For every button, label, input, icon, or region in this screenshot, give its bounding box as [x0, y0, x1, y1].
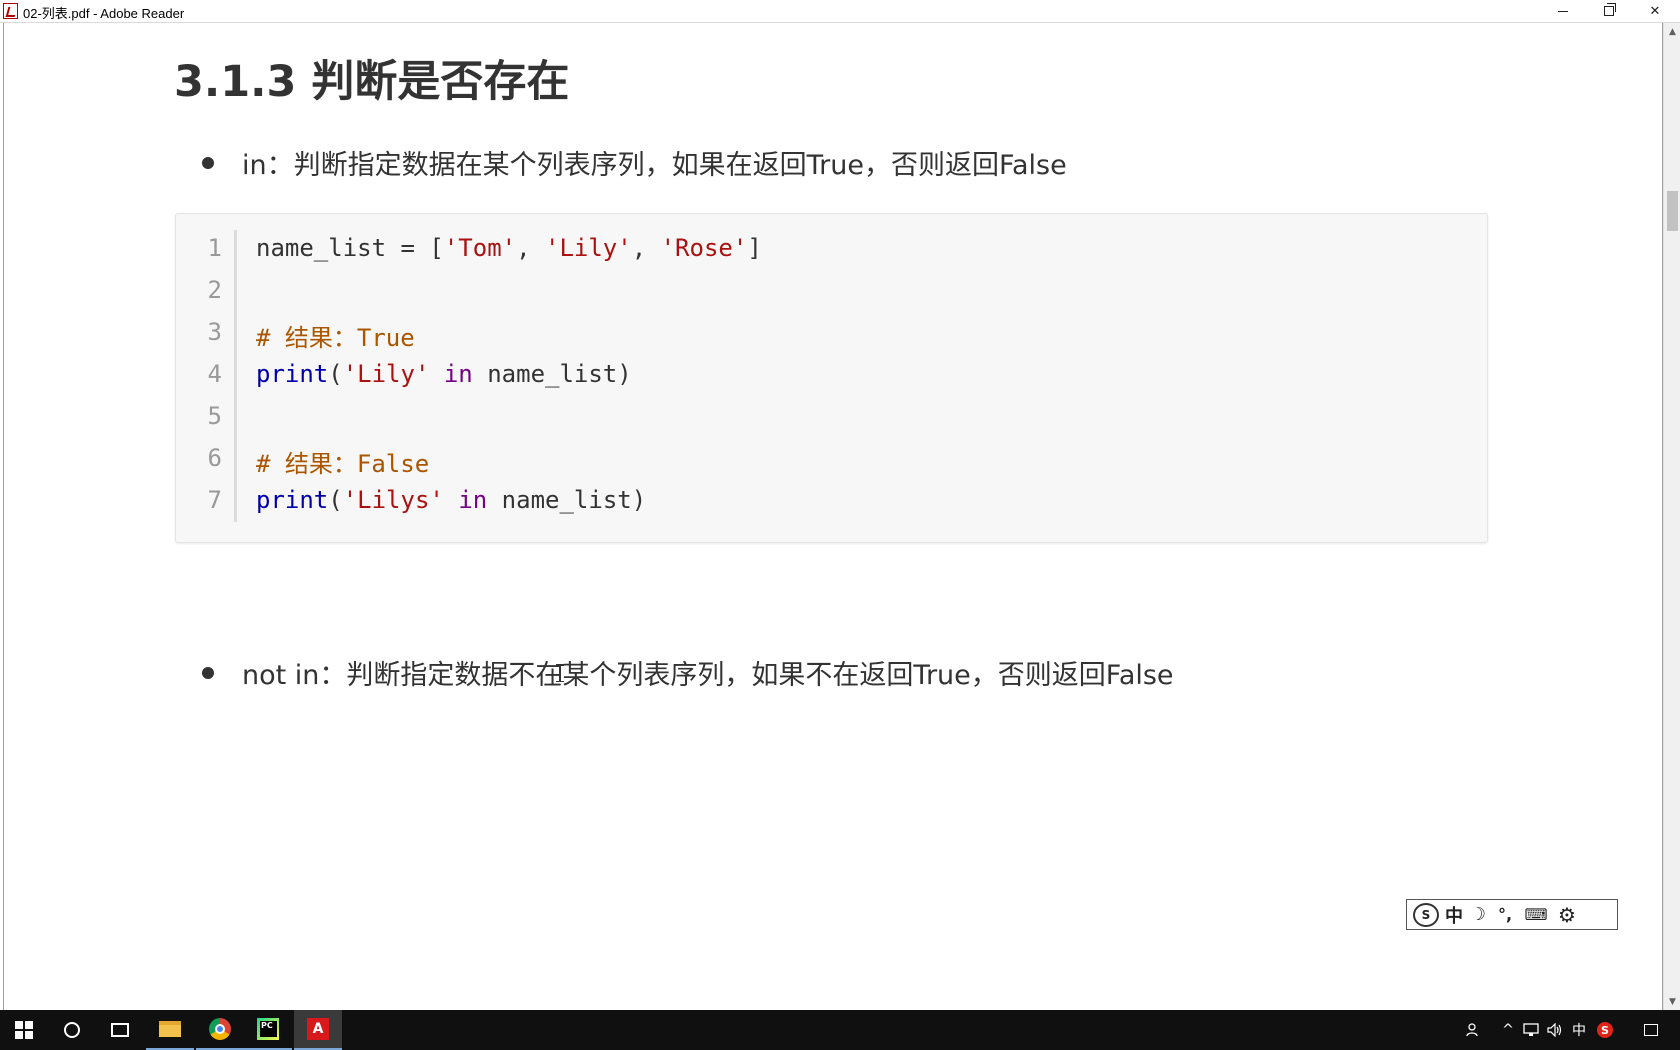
window-title: 02-列表.pdf - Adobe Reader [23, 6, 185, 21]
line-number: 5 [207, 402, 222, 430]
taskbar: A ^ 中 S [0, 1010, 1680, 1050]
chrome-icon [209, 1018, 231, 1040]
minimize-icon [1558, 10, 1568, 12]
restore-icon [1604, 3, 1616, 16]
pycharm-icon [257, 1018, 279, 1040]
bullet-dot [202, 667, 214, 679]
code-source: # 结果：True [256, 318, 415, 353]
action-center-button[interactable] [1636, 1010, 1666, 1050]
code-token: , [631, 234, 661, 262]
restore-button[interactable] [1586, 0, 1632, 22]
adobe-reader-icon [3, 3, 18, 19]
page-edge-left [3, 23, 4, 1010]
notification-icon [1644, 1024, 1658, 1036]
section-heading: 3.1.3 判断是否存在 [174, 57, 570, 107]
chevron-up-icon: ▲ [1669, 26, 1676, 37]
bullet-text: not in：判断指定数据不在某个列表序列，如果不在返回True，否则返回Fal… [242, 660, 1174, 691]
close-icon: ✕ [1649, 3, 1661, 19]
code-token: # 结果：False [256, 450, 430, 478]
scroll-thumb[interactable] [1667, 191, 1678, 231]
code-line: 5 [176, 396, 1476, 438]
bullet-not-in: not in：判断指定数据不在某个列表序列，如果不在返回True，否则返回Fal… [202, 653, 1502, 693]
line-number: 2 [207, 276, 222, 304]
line-number: 3 [207, 318, 222, 346]
code-token: 'Lilys' [342, 486, 444, 514]
code-line: 3 # 结果：True [176, 312, 1476, 354]
halfwidth-moon-icon[interactable]: ☽ [1469, 903, 1487, 927]
code-line: 4 print('Lily' in name_list) [176, 354, 1476, 396]
line-number: 7 [207, 486, 222, 514]
code-token: # 结果：True [256, 324, 415, 352]
cortana-circle-icon [64, 1022, 80, 1038]
windows-logo-icon [15, 1021, 33, 1039]
punctuation-icon[interactable]: °, [1493, 903, 1517, 927]
code-token: 'Lily' [545, 234, 632, 262]
bullet-dot [202, 157, 214, 169]
document-viewport[interactable]: 3.1.3 判断是否存在 in：判断指定数据在某个列表序列，如果在返回True，… [0, 23, 1680, 1010]
code-token: ( [328, 486, 343, 514]
taskbar-pycharm[interactable] [244, 1010, 292, 1050]
acrobat-icon: A [307, 1018, 329, 1040]
code-token: , [516, 234, 545, 262]
code-token: 'Tom' [443, 234, 517, 262]
line-number: 6 [207, 444, 222, 472]
ime-mode-toggle[interactable]: 中 [1445, 903, 1463, 927]
taskbar-chrome[interactable] [196, 1010, 244, 1050]
taskbar-adobe-reader[interactable]: A [294, 1010, 342, 1050]
title-bar: 02-列表.pdf - Adobe Reader ✕ [0, 0, 1680, 23]
people-icon[interactable] [1462, 1010, 1486, 1050]
bullet-in: in：判断指定数据在某个列表序列，如果在返回True，否则返回False [202, 143, 1502, 183]
code-token: print [256, 486, 329, 514]
code-token: in [458, 486, 488, 514]
input-language-indicator[interactable]: 中 [1568, 1010, 1590, 1050]
code-line: 6 # 结果：False [176, 438, 1476, 480]
network-icon[interactable] [1520, 1010, 1542, 1050]
minimize-button[interactable] [1540, 0, 1586, 22]
keyboard-icon[interactable]: ⌨ [1523, 903, 1549, 927]
code-token: ] [747, 234, 762, 262]
taskbar-file-explorer[interactable] [146, 1010, 194, 1050]
volume-icon[interactable] [1544, 1010, 1566, 1050]
bullet-text: in：判断指定数据在某个列表序列，如果在返回True，否则返回False [242, 150, 1067, 181]
line-number: 1 [207, 234, 222, 262]
task-view-icon [111, 1023, 129, 1037]
sogou-tray-button[interactable]: S [1594, 1010, 1616, 1050]
code-source: print('Lilys' in name_list) [256, 486, 646, 514]
code-source: name_list = ['Tom', 'Lily', 'Rose'] [256, 234, 762, 262]
chevron-down-icon: ▼ [1669, 996, 1676, 1007]
code-token: print [256, 360, 329, 388]
search-button[interactable] [48, 1010, 96, 1050]
code-line: 7 print('Lilys' in name_list) [176, 480, 1476, 522]
code-token: 'Lily' [342, 360, 430, 388]
code-line: 1 name_list = ['Tom', 'Lily', 'Rose'] [176, 228, 1476, 270]
code-token: in [443, 360, 473, 388]
sogou-logo-icon[interactable]: S [1413, 902, 1439, 927]
ime-toolbar: S 中 ☽ °, ⌨ ⚙ [1406, 899, 1618, 930]
start-button[interactable] [0, 1010, 48, 1050]
vertical-scrollbar[interactable]: ▲ ▼ [1663, 23, 1680, 1010]
folder-icon [159, 1021, 181, 1037]
sogou-icon: S [1597, 1022, 1613, 1038]
scroll-down-button[interactable]: ▼ [1664, 993, 1680, 1010]
show-hidden-icons-chevron-icon[interactable]: ^ [1498, 1010, 1518, 1050]
code-token: 'Rose' [660, 234, 748, 262]
code-source: # 结果：False [256, 444, 429, 479]
line-number: 4 [207, 360, 222, 388]
code-token: name_list) [472, 360, 632, 388]
task-view-button[interactable] [96, 1010, 144, 1050]
code-block: 1 name_list = ['Tom', 'Lily', 'Rose'] 2 3 # … [175, 213, 1488, 543]
code-source: print('Lily' in name_list) [256, 360, 632, 388]
code-token: ( [328, 360, 343, 388]
code-token: name_list = [ [256, 234, 444, 262]
code-line: 2 [176, 270, 1476, 312]
scroll-up-button[interactable]: ▲ [1664, 23, 1680, 40]
close-button[interactable]: ✕ [1632, 0, 1678, 22]
gear-icon[interactable]: ⚙ [1555, 903, 1579, 927]
text-cursor-icon [556, 664, 564, 682]
code-token: name_list) [487, 486, 647, 514]
